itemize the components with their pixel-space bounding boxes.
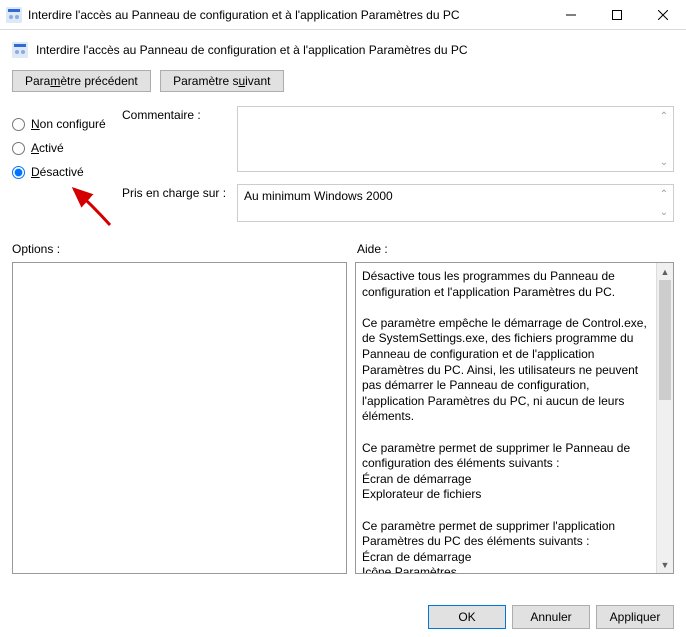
options-panel	[12, 262, 347, 574]
maximize-button[interactable]	[594, 0, 640, 30]
state-disabled-radio[interactable]	[12, 166, 25, 179]
next-setting-button[interactable]: Paramètre suivant	[160, 70, 283, 92]
scroll-up-icon: ⌃	[657, 109, 671, 123]
dialog-buttons: OK Annuler Appliquer	[422, 605, 674, 629]
ok-button[interactable]: OK	[428, 605, 506, 629]
state-enabled[interactable]: Activé	[12, 136, 122, 160]
close-icon	[658, 10, 668, 20]
scroll-down-icon: ⌄	[657, 155, 671, 169]
comment-label: Commentaire :	[122, 106, 237, 172]
minimize-icon	[566, 10, 576, 20]
options-label: Options :	[12, 242, 357, 256]
group-policy-icon	[12, 42, 28, 58]
scroll-down-icon[interactable]: ▼	[657, 556, 673, 573]
help-label: Aide :	[357, 242, 388, 256]
maximize-icon	[612, 10, 622, 20]
supported-on-box: Au minimum Windows 2000 ⌃ ⌄	[237, 184, 674, 222]
scroll-up-icon: ⌃	[657, 187, 671, 201]
state-enabled-radio[interactable]	[12, 142, 25, 155]
close-button[interactable]	[640, 0, 686, 30]
comment-textarea[interactable]: ⌃ ⌄	[237, 106, 674, 172]
help-scrollbar[interactable]: ▲ ▼	[656, 263, 673, 573]
scroll-down-icon: ⌄	[657, 205, 671, 219]
policy-title: Interdire l'accès au Panneau de configur…	[36, 43, 468, 57]
help-panel: Désactive tous les programmes du Panneau…	[355, 262, 674, 574]
cancel-button[interactable]: Annuler	[512, 605, 590, 629]
scroll-thumb[interactable]	[659, 280, 671, 400]
supported-on-text: Au minimum Windows 2000	[244, 189, 393, 203]
supported-label: Pris en charge sur :	[122, 184, 237, 222]
scroll-up-icon[interactable]: ▲	[657, 263, 673, 280]
group-policy-icon	[6, 7, 22, 23]
policy-header: Interdire l'accès au Panneau de configur…	[12, 30, 674, 68]
state-not-configured-radio[interactable]	[12, 118, 25, 131]
previous-setting-button[interactable]: Paramètre précédent	[12, 70, 151, 92]
apply-button[interactable]: Appliquer	[596, 605, 674, 629]
minimize-button[interactable]	[548, 0, 594, 30]
nav-buttons: Paramètre précédent Paramètre suivant	[12, 68, 674, 100]
titlebar: Interdire l'accès au Panneau de configur…	[0, 0, 686, 30]
state-disabled[interactable]: Désactivé	[12, 160, 122, 184]
window-title: Interdire l'accès au Panneau de configur…	[28, 8, 548, 22]
help-text: Désactive tous les programmes du Panneau…	[356, 263, 656, 573]
state-not-configured[interactable]: Non configuré	[12, 112, 122, 136]
